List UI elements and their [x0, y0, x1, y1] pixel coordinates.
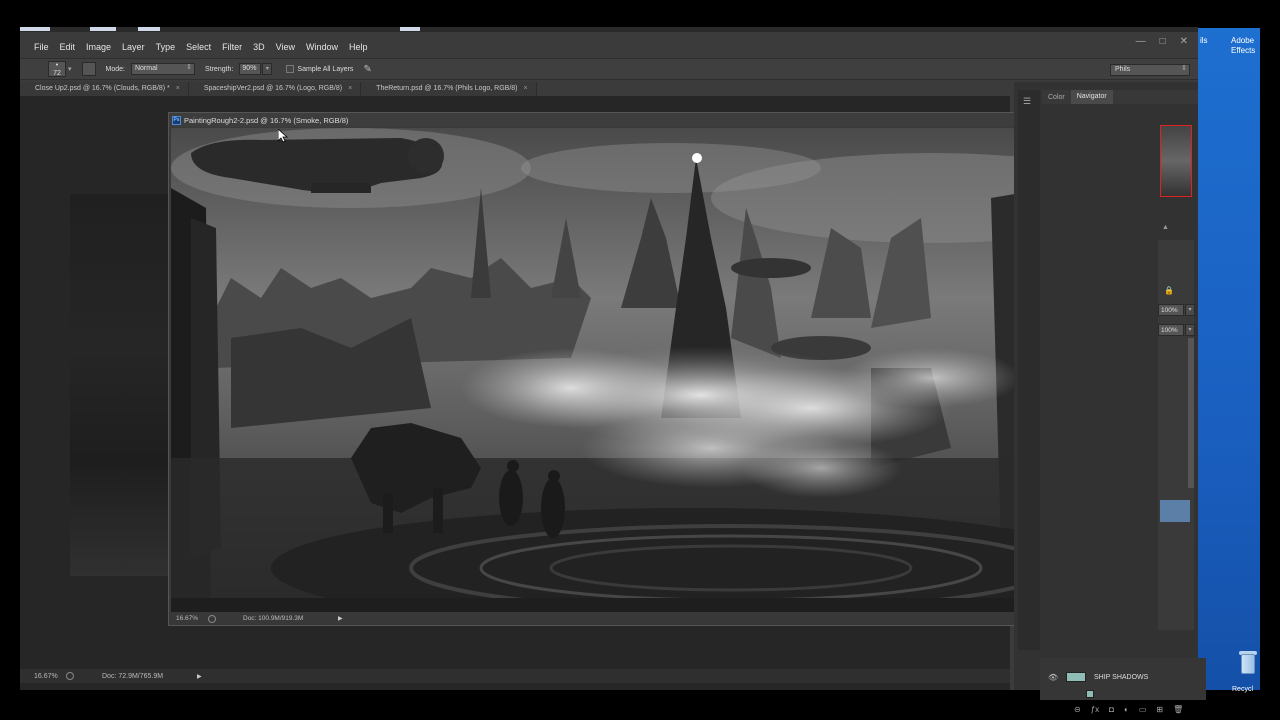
desktop-icon-label-line2: Effects — [1231, 46, 1256, 55]
status-menu-arrow-icon[interactable]: ▶ — [197, 673, 202, 680]
status-menu-arrow-icon[interactable]: ▶ — [338, 615, 343, 622]
pressure-icon[interactable]: ✎ — [363, 64, 371, 75]
navigator-zoom-icon[interactable]: ▲ — [1162, 224, 1169, 231]
desktop-background — [1198, 28, 1260, 690]
fill-field[interactable]: 100% — [1158, 324, 1184, 336]
background-document-canvas[interactable] — [70, 194, 170, 576]
brush-preset-picker[interactable]: • 72 — [48, 61, 66, 77]
link-layers-icon[interactable]: ⊝ — [1074, 705, 1081, 714]
doc-tab-title: SpaceshipVer2.psd @ 16.7% (Logo, RGB/8) — [203, 85, 343, 92]
layer-row[interactable]: 👁 SHIP SHADOWS — [1040, 666, 1206, 688]
recycle-bin-icon[interactable] — [1238, 650, 1258, 676]
menu-edit[interactable]: Edit — [60, 42, 76, 52]
right-panel-dock: ☰ Color Navigator ▲ 🔒 100% ▾ 100% ▾ — [1014, 82, 1198, 690]
background-doc-size: Doc: 72.9M/765.9M — [102, 672, 164, 680]
brush-dot-icon: • — [55, 62, 59, 69]
sample-all-layers-checkbox[interactable] — [286, 65, 295, 73]
history-icon[interactable]: ☰ — [1023, 96, 1040, 107]
desktop-icon-label[interactable]: Adobe Effects — [1231, 36, 1261, 56]
menu-bar: File Edit Image Layer Type Select Filter 3D View… — [20, 38, 1198, 56]
strength-input[interactable]: 90% — [239, 63, 262, 75]
painting-canvas[interactable] — [171, 128, 1143, 614]
menu-layer[interactable]: Layer — [122, 42, 145, 52]
strength-label: Strength: — [204, 65, 234, 73]
layer-thumbnail — [1066, 672, 1086, 682]
mode-label: Mode: — [105, 65, 125, 73]
app-window-controls: — □ ✕ — [1136, 36, 1188, 47]
layer-thumbnail — [1086, 690, 1094, 698]
doc-tab-thereturn[interactable]: TheReturn.psd @ 16.7% (Phils Logo, RGB/8… — [361, 82, 537, 96]
brush-dropdown-icon[interactable]: ▾ — [68, 65, 72, 73]
options-bar: • 72 ▾ Mode: Normal Strength: 90% ▾ Samp… — [20, 58, 1198, 80]
recycle-bin-label: Recycl — [1232, 686, 1254, 693]
layer-name: SHIP SHADOWS — [1094, 673, 1149, 681]
status-info-icon[interactable] — [66, 672, 74, 680]
lock-icon[interactable]: 🔒 — [1164, 286, 1174, 295]
brush-size-value: 72 — [53, 70, 61, 77]
photoshop-logo-icon: Ps — [172, 115, 181, 125]
fx-icon[interactable]: ƒx — [1091, 705, 1099, 714]
brush-panel-toggle-button[interactable] — [81, 62, 96, 76]
tab-color[interactable]: Color — [1042, 94, 1071, 101]
menu-file[interactable]: File — [34, 42, 49, 52]
floating-document-window: Ps PaintingRough2-2.psd @ 16.7% (Smoke, … — [168, 112, 1156, 626]
tab-close-icon[interactable]: × — [176, 82, 180, 96]
new-layer-icon[interactable]: ⊞ — [1156, 705, 1163, 714]
menu-filter[interactable]: Filter — [222, 42, 242, 52]
menu-image[interactable]: Image — [86, 42, 111, 52]
doc-tab-spaceship[interactable]: SpaceshipVer2.psd @ 16.7% (Logo, RGB/8) … — [188, 82, 362, 96]
layers-panel-bottom: 👁 SHIP SHADOWS — [1040, 658, 1206, 700]
tab-close-icon[interactable]: × — [348, 82, 352, 96]
menu-help[interactable]: Help — [349, 42, 368, 52]
desktop-icon-label-line1: Adobe — [1231, 36, 1255, 45]
strength-dropdown-icon[interactable]: ▾ — [262, 63, 273, 75]
background-zoom-level[interactable]: 16.67% — [34, 673, 64, 680]
menu-type[interactable]: Type — [156, 42, 176, 52]
workspace-select[interactable]: Phils — [1110, 64, 1190, 76]
menu-select[interactable]: Select — [186, 42, 211, 52]
fill-dropdown-icon[interactable]: ▾ — [1185, 324, 1195, 336]
tab-close-icon[interactable]: × — [524, 82, 528, 96]
desktop-partial-label: ils — [1200, 36, 1208, 45]
doc-tab-title: TheReturn.psd @ 16.7% (Phils Logo, RGB/8… — [376, 85, 518, 92]
tab-navigator[interactable]: Navigator — [1070, 90, 1113, 104]
maximize-button[interactable]: □ — [1160, 36, 1166, 47]
add-mask-icon[interactable]: ◘ — [1109, 705, 1114, 714]
visibility-eye-icon[interactable]: 👁 — [1048, 673, 1058, 682]
opacity-field[interactable]: 100% — [1158, 304, 1184, 316]
menu-view[interactable]: View — [276, 42, 295, 52]
close-button[interactable]: ✕ — [1180, 36, 1188, 47]
minimize-button[interactable]: — — [1136, 36, 1146, 47]
mode-select[interactable]: Normal — [130, 63, 195, 75]
document-title: PaintingRough2-2.psd @ 16.7% (Smoke, RGB… — [184, 115, 349, 125]
document-title-bar[interactable]: Ps PaintingRough2-2.psd @ 16.7% (Smoke, … — [169, 113, 1155, 127]
document-tabs: Close Up2.psd @ 16.7% (Clouds, RGB/8) * … — [20, 82, 537, 96]
doc-tab-close-up2[interactable]: Close Up2.psd @ 16.7% (Clouds, RGB/8) * … — [20, 82, 189, 96]
sample-all-layers-label: Sample All Layers — [297, 65, 354, 73]
menu-3d[interactable]: 3D — [253, 42, 265, 52]
background-status-bar: 16.67% Doc: 72.9M/765.9M ▶ — [20, 669, 1010, 683]
mouse-cursor-icon — [278, 129, 288, 143]
selected-layer-row[interactable] — [1160, 500, 1190, 522]
delete-layer-icon[interactable]: 🗑 — [1173, 705, 1183, 714]
layers-footer: ⊝ ƒx ◘ ◐ ▭ ⊞ 🗑 — [1060, 702, 1208, 716]
painting-artwork — [171, 128, 1143, 614]
adjustment-layer-icon[interactable]: ◐ — [1124, 705, 1129, 714]
zoom-level[interactable]: 16.67% — [176, 615, 206, 622]
opacity-dropdown-icon[interactable]: ▾ — [1185, 304, 1195, 316]
panel-tabs: Color Navigator — [1042, 90, 1198, 104]
status-info-icon[interactable] — [208, 614, 216, 623]
doc-size: Doc: 100.9M/919.3M — [243, 615, 304, 622]
collapsed-panel-icons: ☰ — [1018, 90, 1040, 650]
doc-tab-title: Close Up2.psd @ 16.7% (Clouds, RGB/8) * — [35, 85, 170, 92]
new-group-icon[interactable]: ▭ — [1139, 705, 1147, 714]
document-status-bar: 16.67% Doc: 100.9M/919.3M ▶ — [169, 612, 1155, 625]
menu-window[interactable]: Window — [306, 42, 338, 52]
navigator-thumbnail[interactable] — [1160, 125, 1192, 197]
photoshop-window: File Edit Image Layer Type Select Filter 3D View… — [20, 32, 1206, 714]
layers-scrollbar[interactable] — [1188, 338, 1194, 488]
